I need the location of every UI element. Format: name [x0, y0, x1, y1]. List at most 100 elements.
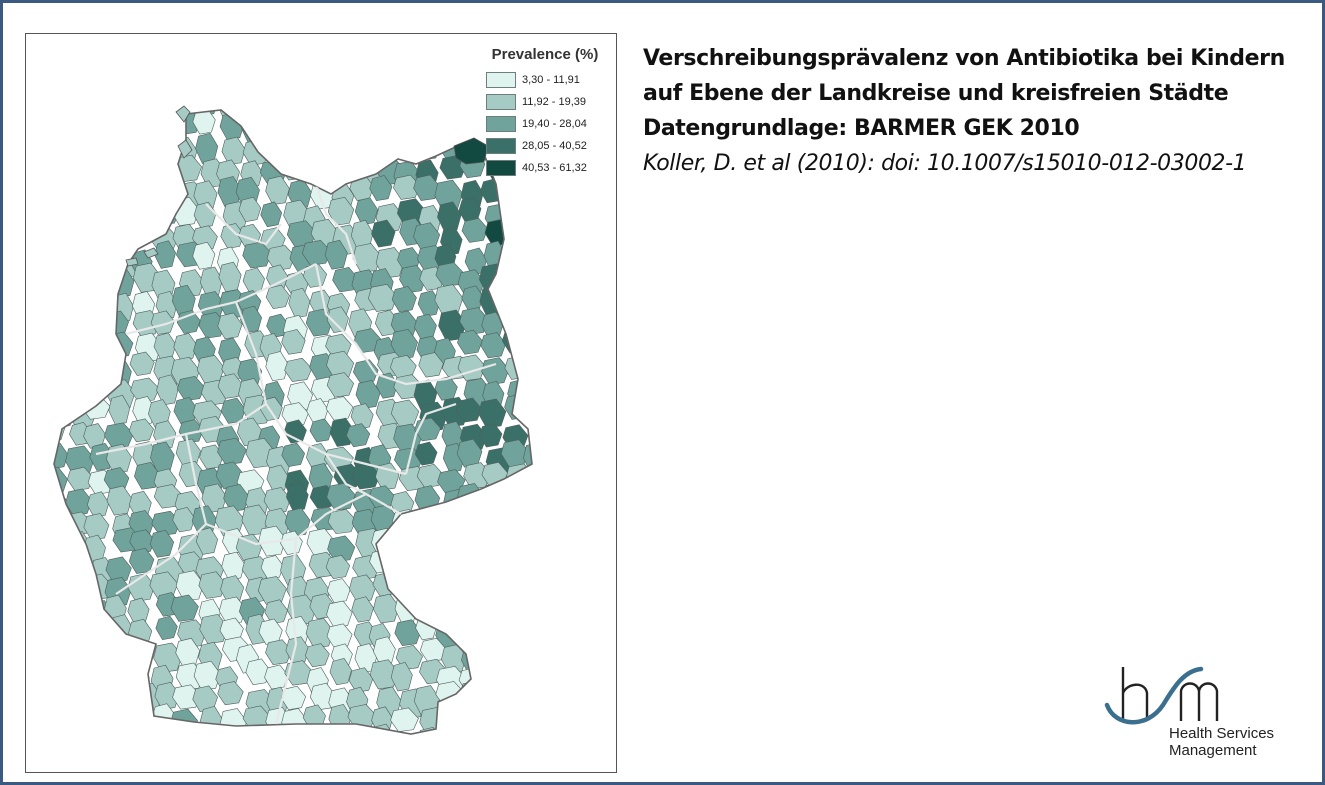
hsm-logo: Health Services Management [1101, 663, 1301, 773]
district-area [87, 491, 110, 518]
district-area [395, 130, 421, 156]
district-area [155, 615, 178, 641]
district-area [508, 687, 531, 713]
district-area [88, 643, 113, 670]
district-area [462, 730, 485, 734]
district-area [67, 283, 96, 311]
district-area [434, 284, 464, 316]
district-area [483, 727, 506, 734]
district-area [64, 110, 94, 115]
district-area [64, 331, 90, 356]
district-area [108, 173, 135, 204]
legend-item: 19,40 - 28,04 [486, 113, 608, 135]
district-area [110, 204, 133, 231]
district-area [327, 509, 357, 535]
district-area [54, 350, 63, 381]
legend-swatch [486, 94, 516, 110]
district-area [64, 571, 93, 602]
district-area [326, 623, 353, 649]
district-area [135, 152, 160, 177]
district-area [221, 136, 246, 166]
district-area [127, 135, 157, 168]
district-area [414, 313, 437, 341]
district-area [504, 551, 532, 578]
district-area [522, 531, 532, 557]
map-panel: Prevalence (%) 3,30 - 11,91 11,92 - 19,3… [25, 33, 617, 773]
district-area [509, 291, 532, 321]
district-area [418, 571, 448, 601]
district-area [87, 703, 116, 734]
district-area [302, 131, 328, 163]
district-area [433, 110, 461, 117]
district-area [346, 730, 374, 734]
district-area [60, 595, 83, 626]
district-area [391, 556, 418, 585]
district-area [438, 702, 464, 727]
district-area [89, 353, 116, 382]
district-area [54, 466, 68, 495]
district-area [479, 531, 508, 559]
district-area [457, 329, 483, 355]
district-area [54, 199, 74, 230]
district-area [530, 419, 532, 444]
district-area [440, 599, 463, 624]
district-area [90, 244, 119, 273]
district-area [527, 643, 532, 675]
district-area [200, 706, 223, 734]
district-area [415, 110, 444, 119]
district-area [54, 665, 73, 691]
district-area [69, 707, 98, 733]
district-area [54, 708, 70, 734]
district-area [332, 110, 358, 116]
district-area [54, 689, 72, 719]
district-area [328, 110, 358, 137]
slide-title-block: Verschreibungsprävalenz von Antibiotika … [643, 41, 1313, 181]
district-area [219, 708, 248, 734]
district-area [506, 702, 531, 727]
legend-label: 19,40 - 28,04 [522, 118, 587, 130]
district-area [69, 173, 92, 200]
district-area [287, 134, 313, 164]
district-area [480, 509, 507, 535]
district-area [84, 110, 112, 118]
district-area [54, 442, 69, 470]
district-area [86, 221, 112, 253]
title-line-2: auf Ebene der Landkreise und kreisfreien… [643, 81, 1229, 106]
legend-label: 40,53 - 61,32 [522, 162, 587, 174]
district-area [528, 577, 532, 608]
district-area [523, 307, 532, 335]
district-area [503, 579, 532, 611]
district-area [306, 729, 334, 734]
district-area [54, 617, 70, 646]
district-area [54, 533, 62, 565]
district-area [262, 116, 290, 145]
district-area [502, 601, 532, 627]
hsm-logo-icon [1104, 666, 1219, 725]
district-area [107, 331, 134, 358]
district-area [486, 665, 510, 692]
district-area [486, 578, 515, 603]
district-area [478, 398, 507, 429]
district-area [525, 180, 532, 210]
district-area [288, 111, 315, 142]
district-area [458, 551, 487, 579]
district-area [326, 600, 353, 628]
district-area [480, 617, 510, 642]
district-area [135, 176, 164, 206]
district-area [524, 595, 532, 622]
title-line-3: Datengrundlage: BARMER GEK 2010 [643, 116, 1080, 141]
district-area [54, 225, 68, 253]
district-area [332, 134, 362, 162]
district-area [501, 327, 529, 354]
district-area [461, 217, 489, 243]
district-area [63, 223, 88, 252]
district-area [266, 730, 297, 734]
district-area [376, 114, 399, 142]
district-area [311, 110, 337, 117]
legend-label: 28,05 - 40,52 [522, 140, 587, 152]
district-area [62, 350, 86, 382]
district-area [416, 509, 444, 539]
district-area [281, 726, 309, 734]
district-area [284, 357, 313, 382]
district-area [54, 575, 70, 607]
